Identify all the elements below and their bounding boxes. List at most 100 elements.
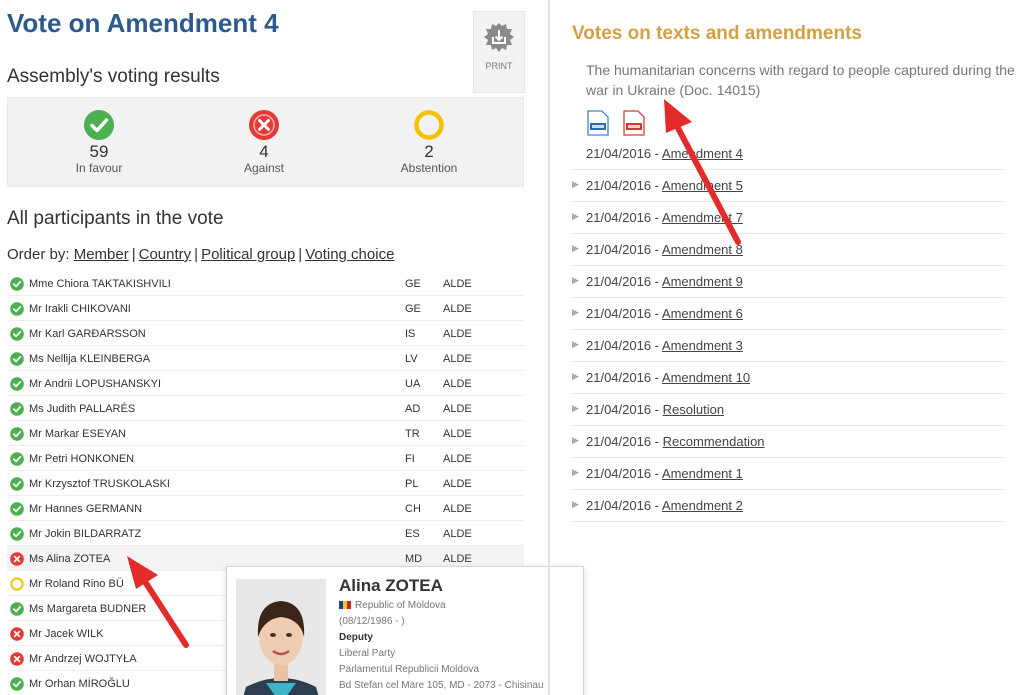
print-button[interactable]: PRINT xyxy=(473,11,525,93)
order-by-member-link[interactable]: Member xyxy=(74,246,129,263)
participant-name[interactable]: Mr Jokin BILDARRATZ xyxy=(29,528,141,540)
participant-row[interactable]: Mr Karl GARÐARSSON IS ALDE xyxy=(7,321,524,346)
participant-name[interactable]: Ms Margareta BUDNER xyxy=(29,603,146,615)
amendment-item[interactable]: ▶ 21/04/2016 - Resolution xyxy=(572,394,1004,426)
pdf-file-icon[interactable] xyxy=(623,110,645,136)
amendment-item[interactable]: ▶ 21/04/2016 - Amendment 1 xyxy=(572,458,1004,490)
amendment-link[interactable]: Amendment 6 xyxy=(662,306,743,321)
check-circle-icon xyxy=(10,402,24,416)
participant-row[interactable]: Mr Petri HONKONEN FI ALDE xyxy=(7,446,524,471)
chevron-right-icon: ▶ xyxy=(572,307,579,317)
amendment-link[interactable]: Amendment 1 xyxy=(662,466,743,481)
separator: | xyxy=(131,246,136,263)
amendment-item[interactable]: ▶ 21/04/2016 - Amendment 9 xyxy=(572,266,1004,298)
chevron-right-icon: ▶ xyxy=(572,179,579,189)
order-by-group-link[interactable]: Political group xyxy=(201,246,295,263)
participant-name[interactable]: Ms Alina ZOTEA xyxy=(29,553,110,565)
check-circle-icon xyxy=(10,452,24,466)
participant-name[interactable]: Mr Markar ESEYAN xyxy=(29,428,126,440)
participant-row[interactable]: Mme Chiora TAKTAKISHVILI GE ALDE xyxy=(7,271,524,296)
amendment-link[interactable]: Resolution xyxy=(663,402,724,417)
amendment-item[interactable]: 21/04/2016 - Amendment 4▶ xyxy=(572,138,1004,170)
participant-name[interactable]: Mr Krzysztof TRUSKOLASKI xyxy=(29,478,170,490)
check-circle-icon xyxy=(10,427,24,441)
amendment-link[interactable]: Amendment 10 xyxy=(662,370,750,385)
participant-row[interactable]: Mr Jokin BILDARRATZ ES ALDE xyxy=(7,521,524,546)
participant-name[interactable]: Mr Karl GARÐARSSON xyxy=(29,328,146,340)
amendment-date: 21/04/2016 xyxy=(586,498,652,513)
amendment-item[interactable]: ▶ 21/04/2016 - Amendment 10 xyxy=(572,362,1004,394)
amendment-text: 21/04/2016 - Amendment 7 xyxy=(586,210,743,225)
participant-row[interactable]: Ms Judith PALLARÉS AD ALDE xyxy=(7,396,524,421)
amendment-item[interactable]: ▶ 21/04/2016 - Amendment 2 xyxy=(572,490,1004,522)
participant-name[interactable]: Ms Nellija KLEINBERGA xyxy=(29,353,150,365)
participant-name[interactable]: Mr Irakli CHIKOVANI xyxy=(29,303,131,315)
participant-country: PL xyxy=(405,478,419,490)
amendment-text: 21/04/2016 - Amendment 9 xyxy=(586,274,743,289)
participant-row[interactable]: Mr Markar ESEYAN TR ALDE xyxy=(7,421,524,446)
separator: - xyxy=(651,242,662,257)
participant-country: UA xyxy=(405,378,421,390)
amendment-link[interactable]: Amendment 7 xyxy=(662,210,743,225)
check-circle-icon xyxy=(10,327,24,341)
results-summary: 59 In favour 4 Against 2 Abstention xyxy=(7,97,524,187)
amendment-date: 21/04/2016 xyxy=(586,274,652,289)
participant-row[interactable]: Mr Krzysztof TRUSKOLASKI PL ALDE xyxy=(7,471,524,496)
vote-detail-panel: Vote on Amendment 4 PRINT Assembly's vot… xyxy=(0,0,584,695)
in-favour-label: In favour xyxy=(75,161,123,175)
participant-row[interactable]: Mr Hannes GERMANN CH ALDE xyxy=(7,496,524,521)
participant-group: ALDE xyxy=(443,378,472,390)
amendment-link[interactable]: Amendment 9 xyxy=(662,274,743,289)
participant-name[interactable]: Mr Andrii LOPUSHANSKYI xyxy=(29,378,161,390)
amendment-date: 21/04/2016 xyxy=(586,402,652,417)
participant-name[interactable]: Ms Judith PALLARÉS xyxy=(29,403,135,415)
amendment-text: 21/04/2016 - Resolution xyxy=(586,402,724,417)
participant-country: IS xyxy=(405,328,416,340)
participant-name[interactable]: Mme Chiora TAKTAKISHVILI xyxy=(29,278,171,290)
participant-name[interactable]: Mr Orhan MİROĞLU xyxy=(29,678,130,690)
order-by-country-link[interactable]: Country xyxy=(139,246,192,263)
separator: - xyxy=(651,306,662,321)
amendment-link[interactable]: Recommendation xyxy=(663,434,765,449)
participant-name[interactable]: Mr Jacek WILK xyxy=(29,628,104,640)
ring-icon xyxy=(10,577,24,591)
amendment-item[interactable]: ▶ 21/04/2016 - Amendment 6 xyxy=(572,298,1004,330)
results-heading: Assembly's voting results xyxy=(7,66,220,87)
check-circle-icon xyxy=(10,677,24,691)
x-circle-icon xyxy=(249,110,279,140)
participant-name[interactable]: Mr Andrzej WOJTYŁA xyxy=(29,653,137,665)
amendment-item[interactable]: ▶ 21/04/2016 - Amendment 7 xyxy=(572,202,1004,234)
html-file-icon[interactable] xyxy=(587,110,609,136)
participant-row[interactable]: Mr Irakli CHIKOVANI GE ALDE xyxy=(7,296,524,321)
separator: - xyxy=(651,466,662,481)
participant-name[interactable]: Mr Petri HONKONEN xyxy=(29,453,134,465)
amendment-link[interactable]: Amendment 4 xyxy=(662,146,743,161)
amendment-link[interactable]: Amendment 2 xyxy=(662,498,743,513)
participant-name[interactable]: Mr Roland Rino BÜ xyxy=(29,578,124,590)
participant-country: TR xyxy=(405,428,420,440)
x-circle-icon xyxy=(10,627,24,641)
amendment-date: 21/04/2016 xyxy=(586,146,652,161)
order-by-bar: Order by: Member | Country | Political group… xyxy=(7,246,394,263)
participant-name[interactable]: Mr Hannes GERMANN xyxy=(29,503,142,515)
member-popup: Alina ZOTEA Republic of Moldova (08/12/1… xyxy=(226,566,584,695)
amendment-link[interactable]: Amendment 3 xyxy=(662,338,743,353)
amendment-date: 21/04/2016 xyxy=(586,370,652,385)
amendment-item[interactable]: ▶ 21/04/2016 - Recommendation xyxy=(572,426,1004,458)
amendment-link[interactable]: Amendment 5 xyxy=(662,178,743,193)
document-description[interactable]: The humanitarian concerns with regard to… xyxy=(586,60,1021,100)
amendment-link[interactable]: Amendment 8 xyxy=(662,242,743,257)
moldova-flag-icon xyxy=(339,601,351,609)
check-circle-icon xyxy=(10,602,24,616)
amendment-item[interactable]: ▶ 21/04/2016 - Amendment 8 xyxy=(572,234,1004,266)
participant-row[interactable]: Mr Andrii LOPUSHANSKYI UA ALDE xyxy=(7,371,524,396)
separator: - xyxy=(651,370,662,385)
amendment-item[interactable]: ▶ 21/04/2016 - Amendment 3 xyxy=(572,330,1004,362)
separator: - xyxy=(651,178,662,193)
against-count: 4 xyxy=(259,142,269,161)
participant-row[interactable]: Ms Nellija KLEINBERGA LV ALDE xyxy=(7,346,524,371)
separator: | xyxy=(194,246,199,263)
order-by-voting-choice-link[interactable]: Voting choice xyxy=(305,246,394,263)
member-dates: (08/12/1986 - ) xyxy=(339,616,405,627)
amendment-item[interactable]: ▶ 21/04/2016 - Amendment 5 xyxy=(572,170,1004,202)
